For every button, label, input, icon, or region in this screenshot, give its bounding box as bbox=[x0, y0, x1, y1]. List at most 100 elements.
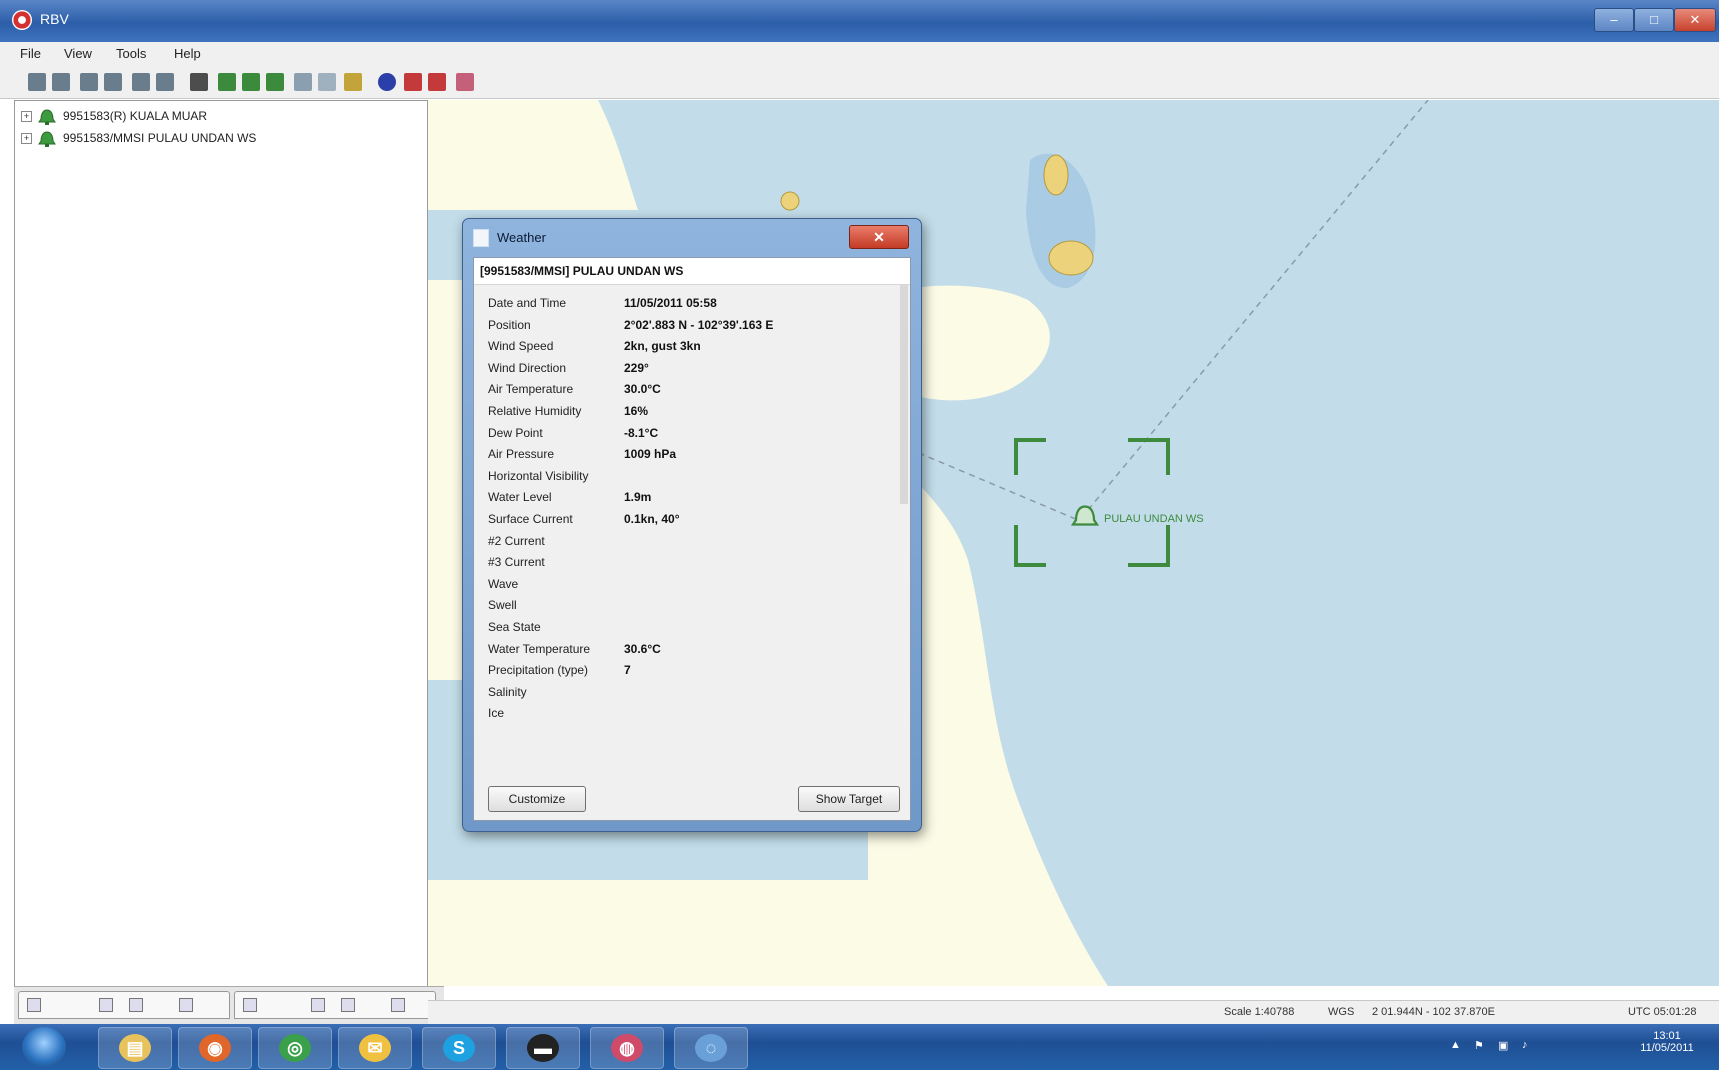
document-icon bbox=[473, 229, 489, 247]
field-label: #2 Current bbox=[488, 533, 545, 548]
dialog-scrollbar[interactable] bbox=[900, 284, 908, 504]
menu-help[interactable]: Help bbox=[174, 46, 201, 61]
zoom-in-icon[interactable] bbox=[28, 73, 46, 91]
field-label: Swell bbox=[488, 598, 517, 613]
tree-expander[interactable]: + bbox=[21, 133, 32, 144]
tab-icon bbox=[391, 998, 405, 1012]
field-label: Relative Humidity bbox=[488, 404, 582, 418]
taskbar-app-button[interactable]: ◎ bbox=[258, 1027, 332, 1069]
dialog-title: Weather bbox=[497, 230, 546, 245]
field-label: Position bbox=[488, 317, 531, 332]
tab-icon bbox=[179, 998, 193, 1012]
maximize-button[interactable]: □ bbox=[1634, 8, 1674, 32]
weather-dialog: Weather ✕ [9951583/MMSI] PULAU UNDAN WS … bbox=[462, 218, 922, 832]
field-label: #3 Current bbox=[488, 555, 545, 570]
taskbar: ▲ ⚑ ▣ ♪ 13:01 11/05/2011 ▤ ◉ ◎ ✉ S ▬ ◍ ◌ bbox=[0, 1024, 1719, 1070]
station-header: [9951583/MMSI] PULAU UNDAN WS bbox=[474, 258, 910, 285]
pan-up-icon[interactable] bbox=[132, 73, 150, 91]
status-time: UTC 05:01:28 bbox=[1628, 1006, 1697, 1018]
field-label: Air Temperature bbox=[488, 382, 574, 397]
show-target-button[interactable]: Show Target bbox=[798, 786, 900, 812]
field-label: Air Pressure bbox=[488, 447, 555, 462]
clock-date: 11/05/2011 bbox=[1640, 1042, 1694, 1054]
field-label: Water Temperature bbox=[488, 641, 591, 656]
taskbar-app-button[interactable]: ✉ bbox=[338, 1027, 412, 1069]
taskbar-app-button[interactable]: ▤ bbox=[98, 1027, 172, 1069]
terminal-icon: ▬ bbox=[527, 1034, 559, 1062]
taskbar-app-button[interactable]: ◍ bbox=[590, 1027, 664, 1069]
pink-box-icon[interactable] bbox=[456, 73, 474, 91]
field-value: 2°02'.883 N - 102°39'.163 E bbox=[624, 317, 774, 332]
tab-targets[interactable] bbox=[18, 991, 230, 1019]
field-label: Water Level bbox=[488, 490, 552, 505]
app-icon-globe: ◌ bbox=[695, 1034, 727, 1062]
island bbox=[780, 191, 800, 211]
route-icon[interactable] bbox=[218, 73, 236, 91]
zoom-out-icon[interactable] bbox=[52, 73, 70, 91]
menu-view[interactable]: View bbox=[64, 46, 92, 61]
field-label: Salinity bbox=[488, 684, 527, 699]
close-window-button[interactable]: ✕ bbox=[1674, 8, 1716, 32]
field-label: Wind Speed bbox=[488, 339, 554, 354]
app-logo-icon bbox=[12, 10, 32, 30]
taskbar-app-button[interactable]: ◉ bbox=[178, 1027, 252, 1069]
field-value: 2kn, gust 3kn bbox=[624, 339, 701, 354]
globe-icon[interactable] bbox=[378, 73, 396, 91]
field-label: Date and Time bbox=[488, 296, 567, 310]
station-name: [9951583/MMSI] PULAU UNDAN WS bbox=[480, 264, 684, 278]
red-box-2-icon[interactable] bbox=[428, 73, 446, 91]
tab-icon bbox=[27, 998, 41, 1012]
pan-right-icon[interactable] bbox=[104, 73, 122, 91]
layer-icon[interactable] bbox=[242, 73, 260, 91]
station-bell-icon bbox=[38, 109, 56, 125]
status-datum: WGS bbox=[1328, 1006, 1355, 1018]
field-label: Wind Direction bbox=[488, 360, 567, 375]
toolbar bbox=[0, 66, 1719, 99]
dialog-close-button[interactable]: ✕ bbox=[849, 225, 909, 249]
start-button[interactable] bbox=[22, 1027, 66, 1067]
tab-icon bbox=[129, 998, 143, 1012]
pan-left-icon[interactable] bbox=[80, 73, 98, 91]
explorer-icon: ▤ bbox=[119, 1034, 151, 1062]
field-label: Dew Point bbox=[488, 425, 543, 440]
field-label: Wave bbox=[488, 576, 519, 591]
table-icon[interactable] bbox=[318, 73, 336, 91]
edit-icon[interactable] bbox=[266, 73, 284, 91]
status-scale: Scale 1:40788 bbox=[1224, 1006, 1295, 1018]
clock-time: 13:01 bbox=[1653, 1030, 1681, 1042]
pan-down-icon[interactable] bbox=[156, 73, 174, 91]
field-label: Ice bbox=[488, 706, 505, 721]
red-box-icon[interactable] bbox=[404, 73, 422, 91]
grid-icon[interactable] bbox=[294, 73, 312, 91]
tray-arrow-icon[interactable]: ▲ bbox=[1450, 1039, 1462, 1051]
tree-expander[interactable]: + bbox=[21, 111, 32, 122]
tab-icon bbox=[341, 998, 355, 1012]
field-value: 30.0°C bbox=[624, 382, 661, 397]
island bbox=[1043, 154, 1069, 196]
flag-icon[interactable]: ⚑ bbox=[1474, 1039, 1486, 1052]
network-icon[interactable]: ▣ bbox=[1498, 1039, 1510, 1052]
chrome-icon: ◎ bbox=[279, 1034, 311, 1062]
firefox-icon: ◉ bbox=[199, 1034, 231, 1062]
tool-icon[interactable] bbox=[190, 73, 208, 91]
tab-stations[interactable] bbox=[234, 991, 436, 1019]
field-value: -8.1°C bbox=[624, 425, 659, 440]
station-bell-icon bbox=[38, 131, 56, 147]
tab-icon bbox=[243, 998, 257, 1012]
field-label: Horizontal Visibility bbox=[488, 468, 589, 483]
menu-file[interactable]: File bbox=[20, 46, 41, 61]
station-tree-panel: + 9951583(R) KUALA MUAR + 9951583/MMSI P… bbox=[14, 100, 428, 988]
panel-tabs bbox=[14, 986, 444, 1025]
field-label: Precipitation (type) bbox=[488, 663, 589, 678]
menu-tools[interactable]: Tools bbox=[116, 46, 146, 61]
volume-icon[interactable]: ♪ bbox=[1522, 1039, 1534, 1051]
minimize-button[interactable]: – bbox=[1594, 8, 1634, 32]
mail-icon: ✉ bbox=[359, 1034, 391, 1062]
customize-button[interactable]: Customize bbox=[488, 786, 586, 812]
taskbar-app-button[interactable]: ◌ bbox=[674, 1027, 748, 1069]
field-value: 229° bbox=[624, 360, 649, 375]
taskbar-clock[interactable]: 13:01 11/05/2011 bbox=[1622, 1030, 1712, 1064]
taskbar-app-button[interactable]: S bbox=[422, 1027, 496, 1069]
chart-icon[interactable] bbox=[344, 73, 362, 91]
taskbar-app-button[interactable]: ▬ bbox=[506, 1027, 580, 1069]
